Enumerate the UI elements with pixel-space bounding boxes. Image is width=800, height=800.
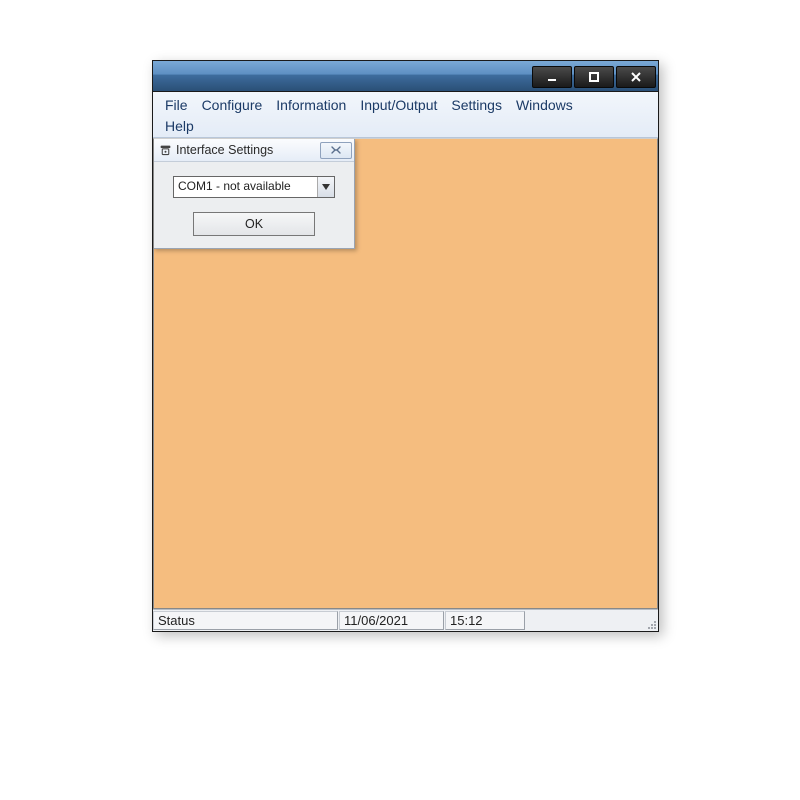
chevron-down-icon	[317, 177, 334, 197]
mdi-client-area: Interface Settings COM1 - not available	[153, 138, 658, 609]
phone-icon	[158, 143, 172, 157]
ok-button[interactable]: OK	[193, 212, 315, 236]
resize-grip-icon	[645, 618, 657, 630]
statusbar: Status 11/06/2021 15:12	[153, 609, 658, 631]
menu-input-output[interactable]: Input/Output	[354, 94, 445, 116]
menu-settings[interactable]: Settings	[445, 94, 510, 116]
menu-information[interactable]: Information	[270, 94, 354, 116]
statusbar-spacer	[526, 611, 639, 630]
statusbar-date-pane: 11/06/2021	[339, 611, 444, 630]
close-icon	[630, 71, 642, 83]
menu-help[interactable]: Help	[159, 117, 202, 135]
dialog-titlebar[interactable]: Interface Settings	[154, 139, 354, 162]
com-port-select-value: COM1 - not available	[174, 177, 317, 197]
resize-grip[interactable]	[640, 610, 658, 631]
maximize-icon	[588, 71, 600, 83]
menu-configure[interactable]: Configure	[196, 94, 271, 116]
ok-button-label: OK	[245, 217, 263, 231]
menu-file[interactable]: File	[159, 94, 196, 116]
close-button[interactable]	[616, 66, 656, 88]
interface-settings-dialog: Interface Settings COM1 - not available	[153, 138, 355, 249]
minimize-icon	[546, 71, 558, 83]
menubar: File Configure Information Input/Output …	[153, 92, 658, 138]
dialog-title-text: Interface Settings	[176, 143, 316, 157]
titlebar[interactable]	[153, 61, 658, 92]
statusbar-status-pane: Status	[153, 611, 338, 630]
menu-windows[interactable]: Windows	[510, 94, 581, 116]
com-port-select[interactable]: COM1 - not available	[173, 176, 335, 198]
dialog-close-icon	[329, 146, 343, 155]
minimize-button[interactable]	[532, 66, 572, 88]
dialog-close-button[interactable]	[320, 142, 352, 159]
maximize-button[interactable]	[574, 66, 614, 88]
main-window: File Configure Information Input/Output …	[152, 60, 659, 632]
statusbar-time-pane: 15:12	[445, 611, 525, 630]
